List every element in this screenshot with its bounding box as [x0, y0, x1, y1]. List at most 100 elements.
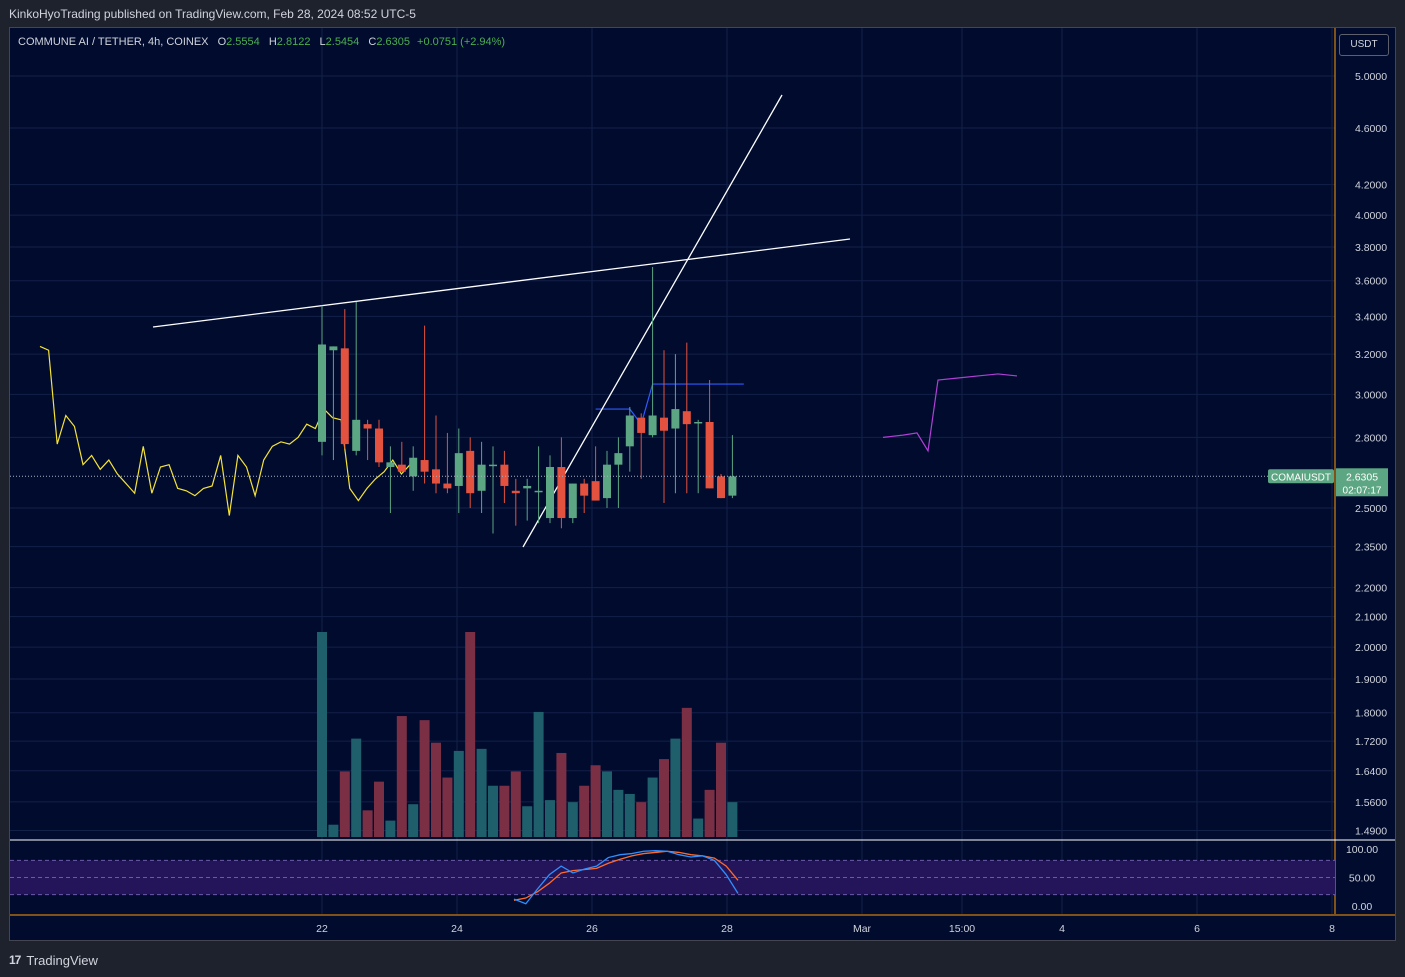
volume-bar — [476, 748, 487, 837]
change-value: +0.0751 (+2.94%) — [417, 36, 506, 48]
symbol-tag-label: COMAIUSDT — [1271, 472, 1331, 483]
candle-body — [603, 464, 611, 499]
candle-body — [363, 424, 372, 429]
y-tick-label: 1.5600 — [1355, 797, 1387, 809]
candle-body — [386, 462, 395, 467]
y-tick-label: 2.1000 — [1355, 612, 1387, 624]
x-tick-label: 22 — [316, 923, 328, 935]
y-tick-label: 5.0000 — [1355, 71, 1387, 83]
x-tick-label: Mar — [853, 923, 872, 935]
symbol-legend: COMMUNE AI / TETHER, 4h, COINEX O2.5554 … — [18, 36, 505, 48]
candle-body — [705, 421, 714, 489]
candle-body — [557, 466, 566, 519]
candle-body — [477, 464, 486, 491]
volume-bar — [602, 771, 612, 837]
candle-body — [523, 485, 532, 489]
tradingview-logo-icon: 17 — [9, 953, 21, 967]
close-value: 2.6305 — [376, 36, 410, 48]
candle-body — [591, 481, 600, 501]
last-price-label: 2.6305 — [1346, 471, 1378, 483]
candle-body — [409, 457, 418, 477]
volume-bar — [556, 752, 567, 837]
volume-bar — [704, 789, 715, 837]
volume-bar — [408, 804, 419, 837]
candle-body — [568, 483, 577, 519]
x-tick-label: 6 — [1194, 923, 1200, 935]
candle-body — [625, 415, 634, 447]
candle-body — [329, 346, 338, 351]
candle-body — [500, 464, 509, 486]
candle-body — [466, 450, 475, 494]
volume-bar — [374, 781, 384, 837]
candle-body — [717, 476, 725, 499]
y-tick-label: 4.2000 — [1355, 180, 1387, 192]
candle-body — [420, 460, 429, 472]
volume-bar — [499, 785, 510, 837]
volume-bar — [716, 742, 726, 837]
stoch-tick-label: 100.00 — [1346, 844, 1378, 856]
volume-bar — [670, 738, 681, 837]
stoch-tick-label: 0.00 — [1352, 901, 1373, 913]
y-tick-label: 3.4000 — [1355, 311, 1387, 323]
chart-frame[interactable]: 5.0000 4.6000 4.2000 4.0000 3.8000 3.6000 3.40… — [9, 27, 1396, 941]
tradingview-brand[interactable]: TradingView — [26, 953, 98, 968]
volume-bar — [579, 785, 590, 837]
candle-body — [546, 466, 554, 519]
candle-body — [489, 464, 497, 467]
candle-body — [318, 344, 326, 442]
volume-bar — [693, 818, 704, 837]
y-tick-label: 2.5000 — [1355, 503, 1387, 515]
volume-bar — [362, 810, 373, 837]
candle-body — [352, 419, 361, 451]
volume-bar — [396, 716, 407, 837]
open-value: 2.5554 — [226, 36, 260, 48]
volume-bar — [647, 777, 658, 837]
y-tick-label: 3.6000 — [1355, 276, 1387, 288]
candle-body — [671, 409, 680, 429]
candle-body — [534, 490, 543, 493]
volume-bar — [317, 632, 327, 837]
volume-bar — [453, 750, 464, 837]
volume-bar — [522, 806, 533, 837]
volume-bar — [545, 800, 555, 837]
stoch-tick-label: 50.00 — [1349, 873, 1375, 885]
volume-bar — [590, 765, 601, 837]
volume-bar — [488, 785, 498, 837]
volume-bar — [533, 711, 544, 837]
blue-indicator-line — [595, 383, 744, 426]
y-tick-label: 1.4900 — [1355, 826, 1387, 838]
chart-canvas[interactable]: 5.0000 4.6000 4.2000 4.0000 3.8000 3.6000 3.40… — [10, 28, 1395, 940]
candle-body — [443, 483, 452, 489]
trend-line-horizontal — [152, 238, 851, 328]
currency-button[interactable]: USDT — [1339, 34, 1389, 56]
volume-bar — [659, 759, 669, 837]
volume-bar — [328, 824, 339, 837]
candle-body — [397, 464, 406, 472]
candle-body — [648, 415, 657, 436]
candle-body — [694, 421, 703, 424]
volume-bar — [727, 802, 738, 837]
x-tick-label: 24 — [451, 923, 463, 935]
y-tick-label: 3.0000 — [1355, 389, 1387, 401]
candle-body — [511, 490, 520, 494]
volume-bar — [681, 707, 692, 837]
open-label: O — [217, 36, 227, 48]
y-tick-label: 2.2000 — [1355, 583, 1387, 595]
y-tick-label: 2.0000 — [1355, 642, 1387, 654]
candle-body — [728, 476, 737, 496]
y-tick-label: 1.9000 — [1355, 674, 1387, 686]
volume-bar — [510, 771, 521, 837]
candle-body — [454, 453, 463, 486]
x-tick-label: 28 — [721, 923, 733, 935]
x-tick-label: 4 — [1059, 923, 1065, 935]
volume-bar — [442, 777, 453, 837]
volume-bar — [351, 738, 362, 837]
candle-body — [375, 428, 383, 463]
candle-body — [682, 411, 691, 425]
low-value: 2.5454 — [325, 36, 360, 48]
y-tick-label: 4.0000 — [1355, 210, 1387, 222]
y-tick-label: 1.6400 — [1355, 766, 1387, 778]
footer: 17 TradingView — [9, 950, 98, 970]
volume-bar — [624, 793, 635, 837]
high-value: 2.8122 — [276, 36, 311, 48]
